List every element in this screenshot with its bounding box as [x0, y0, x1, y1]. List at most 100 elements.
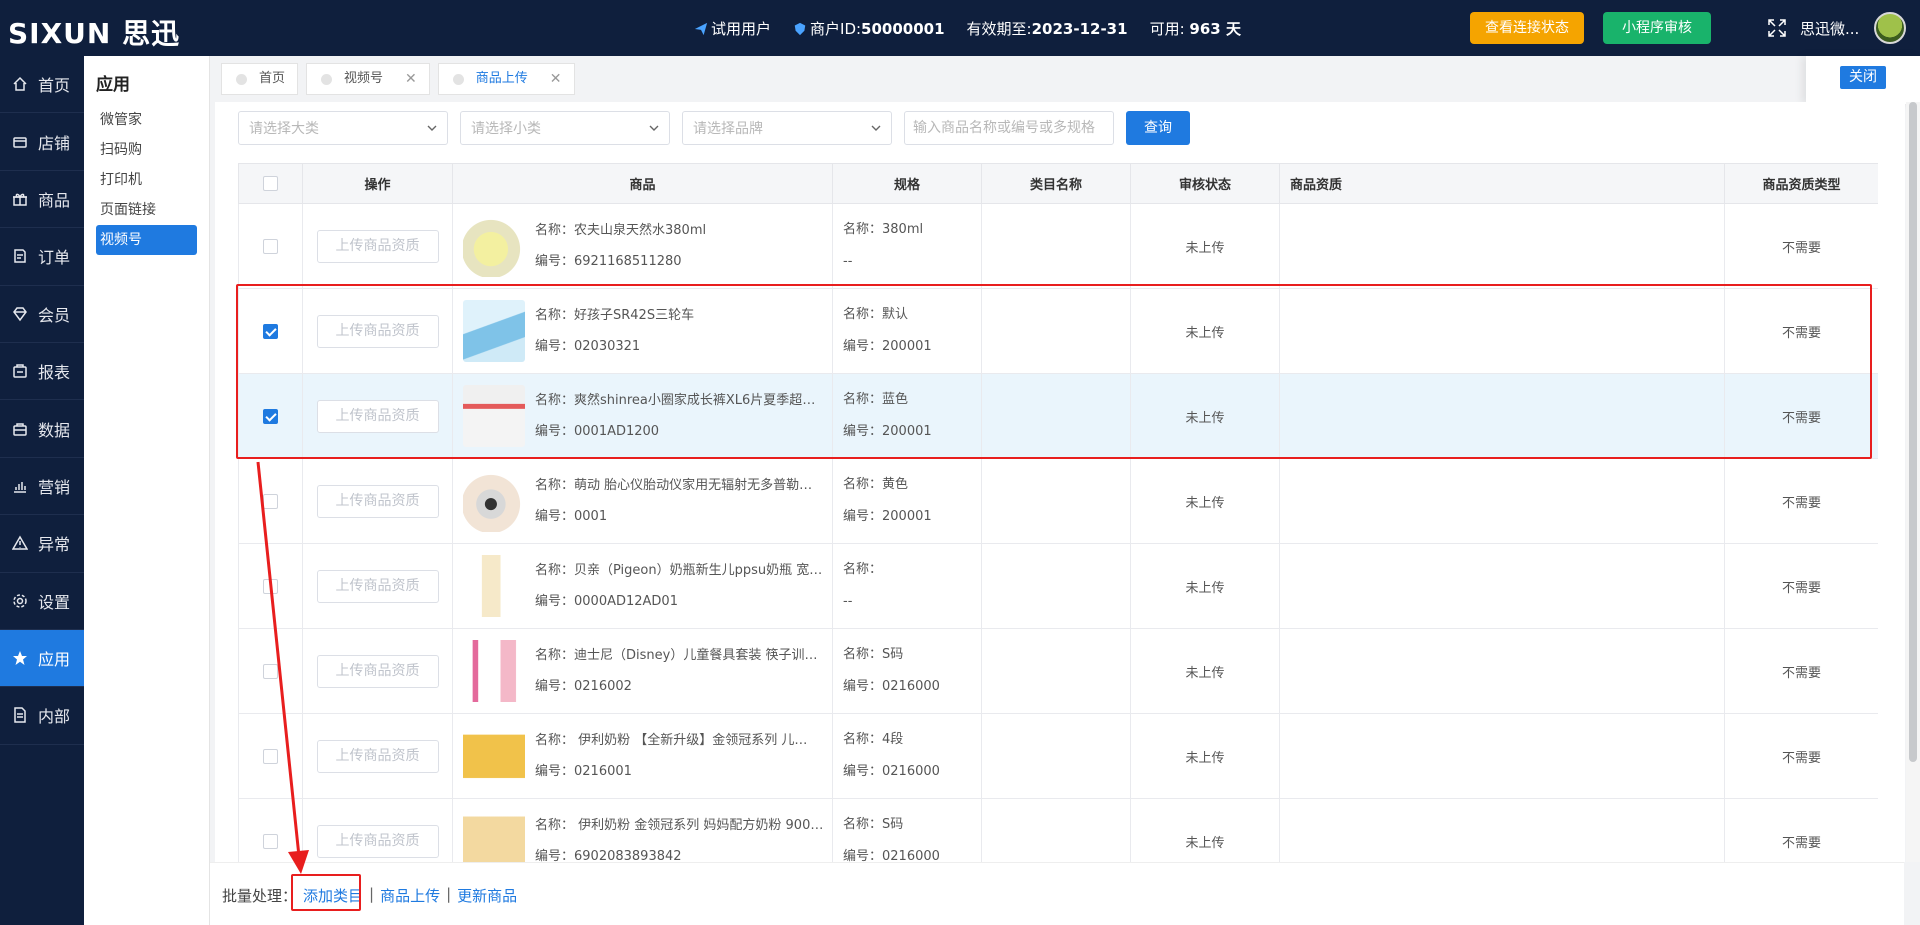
row-select[interactable] [238, 458, 303, 544]
subcategory-select[interactable]: 请选择小类 [460, 111, 670, 145]
upload-qualification-button[interactable]: 上传商品资质 [316, 739, 439, 773]
sub-item-printer[interactable]: 打印机 [96, 165, 197, 195]
row-select[interactable] [238, 543, 303, 629]
separator: | [369, 885, 375, 903]
mini-program-review-button[interactable]: 小程序审核 [1603, 12, 1711, 44]
table-row[interactable]: 上传商品资质 名称： 伊利奶粉 【全新升级】金领冠系列 儿… 编号：0216001 名… [238, 713, 1878, 799]
product-code: 编号：0216001 [535, 764, 632, 779]
expand-icon[interactable] [1768, 19, 1786, 37]
upload-qualification-button[interactable]: 上传商品资质 [316, 229, 439, 263]
row-goods: 名称：贝亲（Pigeon）奶瓶新生儿ppsu奶瓶 宽… 编号：0000AD12AD… [452, 543, 833, 629]
avatar[interactable] [1874, 12, 1906, 44]
upload-qualification-button[interactable]: 上传商品资质 [316, 484, 439, 518]
row-goods: 名称： 伊利奶粉 【全新升级】金领冠系列 儿… 编号：0216001 [452, 713, 833, 799]
product-name: 名称：贝亲（Pigeon）奶瓶新生儿ppsu奶瓶 宽… [535, 563, 823, 578]
sub-menu: 应用 微管家 扫码购 打印机 页面链接 视频号 [84, 56, 210, 925]
gear-icon [13, 593, 27, 608]
nav-item-internal[interactable]: 内部 [0, 687, 84, 745]
upload-qualification-button[interactable]: 上传商品资质 [316, 399, 439, 433]
row-spec: 名称：380ml -- [832, 203, 982, 289]
scrollbar-thumb[interactable] [1909, 102, 1917, 762]
nav-label: 数据 [38, 420, 71, 440]
nav-item-exception[interactable]: 异常 [0, 515, 84, 573]
sub-item-page-link[interactable]: 页面链接 [96, 195, 197, 225]
paper-plane-icon [694, 22, 708, 36]
row-review-status: 未上传 [1130, 628, 1280, 714]
close-icon[interactable]: ✕ [405, 63, 417, 95]
goods-upload-link[interactable]: 商品上传 [380, 885, 440, 906]
row-qualification [1279, 373, 1725, 459]
upload-qualification-button[interactable]: 上传商品资质 [316, 569, 439, 603]
header-select-all[interactable] [238, 163, 303, 204]
row-checkbox[interactable] [263, 578, 278, 594]
table-row[interactable]: 上传商品资质 名称：好孩子SR42S三轮车 编号：02030321 名称：默认 编号：2… [238, 288, 1878, 374]
brand-select[interactable]: 请选择品牌 [682, 111, 892, 145]
table-row[interactable]: 上传商品资质 名称：爽然shinrea小圈家成长裤XL6片夏季超薄… 编号：0001… [238, 373, 1878, 459]
product-code: 编号：0000AD12AD01 [535, 594, 678, 609]
gift-icon [13, 193, 27, 206]
row-checkbox[interactable] [263, 833, 278, 849]
update-goods-link[interactable]: 更新商品 [457, 885, 517, 906]
category-placeholder: 请选择大类 [249, 121, 319, 137]
header-spec: 规格 [832, 163, 982, 204]
row-select[interactable] [238, 373, 303, 459]
chevron-down-icon [427, 125, 437, 131]
upload-qualification-button[interactable]: 上传商品资质 [316, 654, 439, 688]
spec-name: 名称：380ml [843, 222, 924, 237]
close-icon[interactable]: ✕ [550, 63, 562, 95]
user-name[interactable]: 思迅微... [1800, 18, 1859, 39]
upload-qualification-button[interactable]: 上传商品资质 [316, 824, 439, 858]
nav-item-settings[interactable]: 设置 [0, 573, 84, 630]
row-spec: 名称：蓝色 编号：200001 [832, 373, 982, 459]
row-select[interactable] [238, 798, 303, 863]
nav-item-store[interactable]: 店铺 [0, 113, 84, 171]
tab-video-channel[interactable]: 视频号 ✕ [306, 63, 430, 95]
nav-item-orders[interactable]: 订单 [0, 228, 84, 286]
tab-goods-upload[interactable]: 商品上传 ✕ [437, 63, 575, 95]
row-checkbox[interactable] [263, 493, 278, 509]
row-select[interactable] [238, 203, 303, 289]
nav-item-goods[interactable]: 商品 [0, 171, 84, 229]
nav-item-marketing[interactable]: 营销 [0, 458, 84, 516]
product-thumbnail [463, 640, 525, 702]
search-input[interactable] [904, 111, 1114, 145]
row-checkbox[interactable] [263, 663, 278, 679]
row-checkbox[interactable] [263, 238, 278, 254]
row-checkbox[interactable] [263, 323, 278, 339]
row-qualification [1279, 798, 1725, 863]
product-name: 名称：萌动 胎心仪胎动仪家用无辐射无多普勒… [535, 478, 813, 493]
header-qualification: 商品资质 [1279, 163, 1725, 204]
row-select[interactable] [238, 288, 303, 374]
table-row[interactable]: 上传商品资质 名称：农夫山泉天然水380ml 编号：6921168511280 名称：… [238, 203, 1878, 289]
row-checkbox[interactable] [263, 748, 278, 764]
nav-item-members[interactable]: 会员 [0, 286, 84, 343]
table-row[interactable]: 上传商品资质 名称：萌动 胎心仪胎动仪家用无辐射无多普勒… 编号：0001 名称：黄色… [238, 458, 1878, 544]
table-row[interactable]: 上传商品资质 名称：贝亲（Pigeon）奶瓶新生儿ppsu奶瓶 宽… 编号：0000… [238, 543, 1878, 629]
category-select[interactable]: 请选择大类 [238, 111, 448, 145]
row-checkbox[interactable] [263, 408, 278, 424]
table-row[interactable]: 上传商品资质 名称：迪士尼（Disney）儿童餐具套装 筷子训… 编号：021600… [238, 628, 1878, 714]
nav-item-apps[interactable]: 应用 [0, 629, 84, 688]
sub-item-video-channel[interactable]: 视频号 [96, 225, 197, 255]
row-select[interactable] [238, 713, 303, 799]
doc-icon [14, 707, 26, 724]
tab-home[interactable]: 首页 [221, 63, 299, 95]
sub-item-weiguanjia[interactable]: 微管家 [96, 105, 197, 135]
nav-item-reports[interactable]: 报表 [0, 343, 84, 401]
upload-qualification-button[interactable]: 上传商品资质 [316, 314, 439, 348]
view-connection-status-button[interactable]: 查看连接状态 [1470, 12, 1584, 44]
nav-item-data[interactable]: 数据 [0, 400, 84, 458]
select-all-checkbox[interactable] [263, 176, 278, 191]
close-button[interactable]: 关闭 [1840, 66, 1886, 89]
row-operation: 上传商品资质 [302, 458, 453, 544]
sub-item-scan-buy[interactable]: 扫码购 [96, 135, 197, 165]
query-button[interactable]: 查询 [1126, 111, 1190, 145]
row-select[interactable] [238, 628, 303, 714]
row-qualification [1279, 713, 1725, 799]
table-row[interactable]: 上传商品资质 名称： 伊利奶粉 金领冠系列 妈妈配方奶粉 900… 编号：69020… [238, 798, 1878, 863]
add-category-link[interactable]: 添加类目 [303, 885, 363, 906]
nav-label: 会员 [38, 305, 71, 325]
nav-item-home[interactable]: 首页 [0, 56, 84, 114]
chevron-down-icon [871, 125, 881, 131]
nav-label: 首页 [38, 76, 71, 96]
